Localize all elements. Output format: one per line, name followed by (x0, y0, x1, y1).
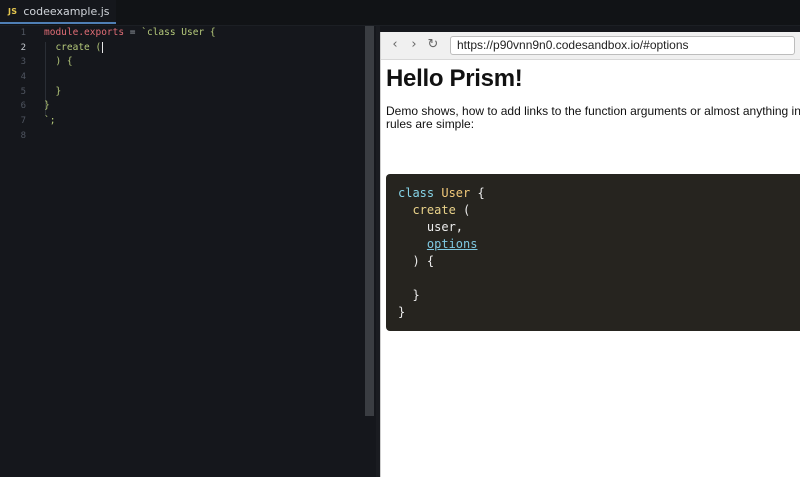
code-token: ) { (412, 254, 435, 268)
code-token: create (412, 203, 456, 217)
code-token: { (470, 186, 485, 200)
code-token: } (412, 288, 420, 302)
page-title: Hello Prism! (386, 65, 523, 92)
editor-scrollbar[interactable] (365, 26, 374, 416)
code-line-active: create ( (44, 41, 216, 56)
js-file-icon: JS (8, 6, 18, 16)
line-number: 4 (20, 72, 26, 83)
code-token: ( (455, 203, 471, 217)
code-block-line: user, (398, 219, 463, 236)
code-token: user, (426, 220, 464, 234)
code-token: `class User { (141, 27, 216, 38)
browser-toolbar: ‹ › ↻ https://p90vnn9n0.codesandbox.io/#… (381, 32, 800, 60)
page-description: Demo shows, how to add links to the func… (386, 104, 800, 131)
line-number-gutter: 1 2 3 4 5 6 7 8 (0, 26, 36, 144)
code-block-line: class User { (398, 185, 485, 202)
code-line: ) { (44, 56, 73, 68)
code-block-line: } (398, 304, 405, 321)
code-token: class (398, 186, 435, 200)
code-block: class User { create ( user, options ) { … (386, 174, 800, 331)
code-block-line: ) { (398, 253, 434, 270)
line-number: 8 (20, 130, 26, 141)
code-line: module.exports = `class User { (44, 26, 216, 41)
options-link[interactable]: options (427, 237, 478, 251)
preview-page: Hello Prism! Demo shows, how to add link… (386, 63, 800, 331)
editor-tab-bar: JS codeexample.js (0, 0, 800, 26)
text-cursor (102, 41, 104, 53)
line-number-active: 2 (20, 42, 26, 53)
code-token: create ( (44, 41, 102, 53)
code-line: } (44, 85, 62, 97)
line-number: 3 (20, 57, 26, 68)
code-content[interactable]: module.exports = `class User { create ( … (44, 26, 216, 144)
line-number: 5 (20, 86, 26, 97)
forward-arrow-icon[interactable]: › (406, 36, 422, 54)
line-number: 1 (20, 28, 26, 38)
code-token: } (398, 305, 406, 319)
code-line: `; (44, 115, 56, 127)
code-line: } (44, 100, 50, 112)
code-block-line: } (398, 287, 420, 304)
line-number: 7 (20, 116, 26, 127)
code-editor[interactable]: 1 2 3 4 5 6 7 8 module.exports = `class … (0, 26, 364, 477)
code-token: = (124, 27, 142, 38)
browser-preview: ‹ › ↻ https://p90vnn9n0.codesandbox.io/#… (380, 32, 800, 477)
tab-codeexample-js[interactable]: JS codeexample.js (0, 0, 116, 24)
address-bar[interactable]: https://p90vnn9n0.codesandbox.io/#option… (450, 36, 795, 55)
code-token: User (441, 186, 471, 200)
reload-icon[interactable]: ↻ (425, 36, 441, 54)
code-block-line: create ( (398, 202, 470, 219)
code-token: module.exports (44, 27, 125, 38)
tab-label: codeexample.js (23, 4, 110, 18)
line-number: 6 (20, 101, 26, 112)
back-arrow-icon[interactable]: ‹ (387, 36, 403, 54)
code-block-line: options (398, 236, 478, 253)
